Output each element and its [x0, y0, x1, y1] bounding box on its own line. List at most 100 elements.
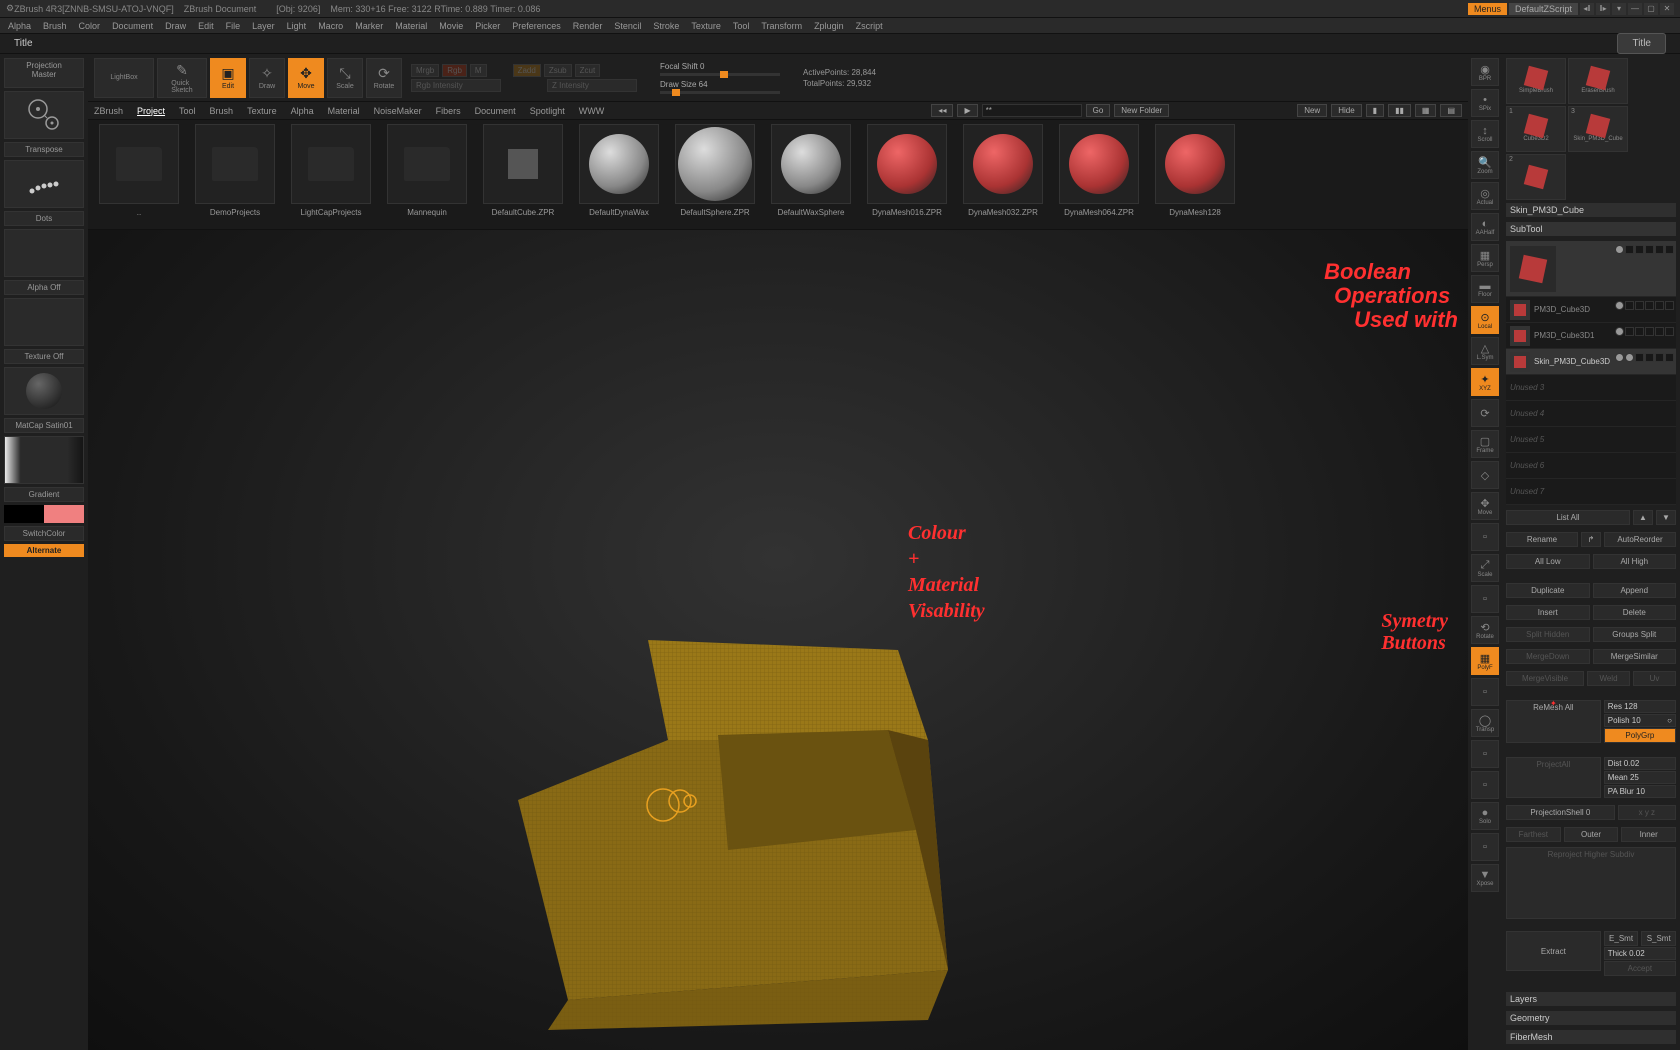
browser-item[interactable]: Mannequin	[382, 124, 472, 225]
subtool-item[interactable]: PM3D_Cube3D	[1506, 297, 1676, 323]
geometry-header[interactable]: Geometry	[1506, 1011, 1676, 1025]
z-intensity[interactable]: Z Intensity	[547, 79, 637, 92]
menu-zplugin[interactable]: Zplugin	[814, 21, 844, 31]
esmt-button[interactable]: E_Smt	[1604, 931, 1639, 946]
menu-marker[interactable]: Marker	[355, 21, 383, 31]
uv-button[interactable]: Uv	[1633, 671, 1676, 686]
move-button[interactable]: ✥Move	[288, 58, 324, 98]
browser-item[interactable]: DynaMesh064.ZPR	[1054, 124, 1144, 225]
delete-button[interactable]: Delete	[1593, 605, 1677, 620]
new-button[interactable]: New	[1297, 104, 1327, 117]
all-high-button[interactable]: All High	[1593, 554, 1677, 569]
rtool-btn-25[interactable]: ▫	[1471, 833, 1499, 861]
focal-shift-slider[interactable]	[660, 73, 780, 76]
scale-button[interactable]: ⤡Scale	[327, 58, 363, 98]
pablur-value[interactable]: PA Blur 10	[1604, 785, 1676, 798]
zsub-chip[interactable]: Zsub	[544, 64, 572, 77]
weld-button[interactable]: Weld	[1587, 671, 1630, 686]
draw-button[interactable]: ✧Draw	[249, 58, 285, 98]
inner-button[interactable]: Inner	[1621, 827, 1676, 842]
polish-value[interactable]: Polish 10○	[1604, 714, 1676, 727]
edit-button[interactable]: ▣Edit	[210, 58, 246, 98]
subtool-item[interactable]: PM3D_Cube3D1	[1506, 323, 1676, 349]
mergesimilar-button[interactable]: MergeSimilar	[1593, 649, 1677, 664]
proj-xyz[interactable]: x y z	[1618, 805, 1676, 820]
new-folder-button[interactable]: New Folder	[1114, 104, 1169, 117]
grid-view-4-icon[interactable]: ▤	[1440, 104, 1462, 117]
zcut-chip[interactable]: Zcut	[575, 64, 601, 77]
append-button[interactable]: Append	[1593, 583, 1677, 598]
subtool-unused[interactable]: Unused 4	[1506, 401, 1676, 427]
tab-zbrush[interactable]: ZBrush	[94, 106, 123, 116]
collapse-right-icon[interactable]: ‖▸	[1596, 3, 1610, 15]
menu-preferences[interactable]: Preferences	[512, 21, 561, 31]
tab-alpha[interactable]: Alpha	[291, 106, 314, 116]
collapse-left-icon[interactable]: ◂‖	[1580, 3, 1594, 15]
rtool-rotate[interactable]: ⟲Rotate	[1471, 616, 1499, 644]
rgb-intensity[interactable]: Rgb Intensity	[411, 79, 501, 92]
browser-item[interactable]: DefaultSphere.ZPR	[670, 124, 760, 225]
tab-texture[interactable]: Texture	[247, 106, 277, 116]
title-button[interactable]: Title	[1617, 33, 1666, 54]
color-picker[interactable]	[4, 436, 84, 484]
rtool-btn-15[interactable]: ▫	[1471, 523, 1499, 551]
canvas-viewport[interactable]: Boolean Operations Used with Colour + Ma…	[88, 230, 1468, 1050]
color-swatches[interactable]	[4, 505, 84, 523]
menu-movie[interactable]: Movie	[439, 21, 463, 31]
tab-brush[interactable]: Brush	[210, 106, 234, 116]
rtool-l.sym[interactable]: △L.Sym	[1471, 337, 1499, 365]
split-hidden-button[interactable]: Split Hidden	[1506, 627, 1590, 642]
rtool-xpose[interactable]: ▼Xpose	[1471, 864, 1499, 892]
tab-project[interactable]: Project	[137, 106, 165, 116]
extract-button[interactable]: Extract	[1506, 931, 1601, 971]
nav-back-icon[interactable]: ◂◂	[931, 104, 953, 117]
close-icon[interactable]: ✕	[1660, 3, 1674, 15]
grid-view-2-icon[interactable]: ▮▮	[1388, 104, 1411, 117]
browser-item[interactable]: ..	[94, 124, 184, 225]
draw-size-slider[interactable]	[660, 91, 780, 94]
arrow-down-icon[interactable]: ▼	[1656, 510, 1676, 525]
menu-texture[interactable]: Texture	[691, 21, 721, 31]
menu-layer[interactable]: Layer	[252, 21, 275, 31]
projection-shell[interactable]: ProjectionShell 0	[1506, 805, 1615, 820]
rtool-persp[interactable]: ▦Persp	[1471, 244, 1499, 272]
subtool-header[interactable]: SubTool	[1506, 222, 1676, 236]
arrow-up-icon[interactable]: ▲	[1633, 510, 1653, 525]
menu-color[interactable]: Color	[79, 21, 101, 31]
lightbox-button[interactable]: LightBox	[94, 58, 154, 98]
menu-light[interactable]: Light	[287, 21, 307, 31]
tab-fibers[interactable]: Fibers	[436, 106, 461, 116]
mean-value[interactable]: Mean 25	[1604, 771, 1676, 784]
tool-thumb[interactable]: 1Cube3D2	[1506, 106, 1566, 152]
rtool-btn-13[interactable]: ◇	[1471, 461, 1499, 489]
autoreorder-button[interactable]: AutoReorder	[1604, 532, 1676, 547]
tool-thumb[interactable]: 2	[1506, 154, 1566, 200]
remesh-all-button[interactable]: ReMesh All✦	[1506, 700, 1601, 743]
grid-view-3-icon[interactable]: ▦	[1415, 104, 1437, 117]
rename-button[interactable]: Rename	[1506, 532, 1578, 547]
tool-thumb[interactable]: SimpleBrush	[1506, 58, 1566, 104]
menu-material[interactable]: Material	[395, 21, 427, 31]
mrgb-chip[interactable]: Mrgb	[411, 64, 439, 77]
tab-document[interactable]: Document	[475, 106, 516, 116]
rtool-floor[interactable]: ▬Floor	[1471, 275, 1499, 303]
mergevisible-button[interactable]: MergeVisible	[1506, 671, 1584, 686]
draw-size-label[interactable]: Draw Size 64	[660, 80, 780, 89]
zadd-chip[interactable]: Zadd	[513, 64, 541, 77]
polygrp-button[interactable]: PolyGrp	[1604, 728, 1676, 743]
subtool-unused[interactable]: Unused 5	[1506, 427, 1676, 453]
subtool-item[interactable]: Skin_PM3D_Cube3D	[1506, 349, 1676, 375]
material-slot[interactable]	[4, 367, 84, 415]
accept-button[interactable]: Accept	[1604, 961, 1676, 976]
all-low-button[interactable]: All Low	[1506, 554, 1590, 569]
menu-draw[interactable]: Draw	[165, 21, 186, 31]
move-up-icon[interactable]: ↱	[1581, 532, 1601, 547]
quick-sketch-button[interactable]: ✎Quick Sketch	[157, 58, 207, 98]
minimize-icon[interactable]: —	[1628, 3, 1642, 15]
rtool-solo[interactable]: ●Solo	[1471, 802, 1499, 830]
list-all-button[interactable]: List All	[1506, 510, 1630, 525]
rtool-bpr[interactable]: ◉BPR	[1471, 58, 1499, 86]
go-button[interactable]: Go	[1086, 104, 1111, 117]
texture-slot[interactable]	[4, 298, 84, 346]
menu-stroke[interactable]: Stroke	[653, 21, 679, 31]
